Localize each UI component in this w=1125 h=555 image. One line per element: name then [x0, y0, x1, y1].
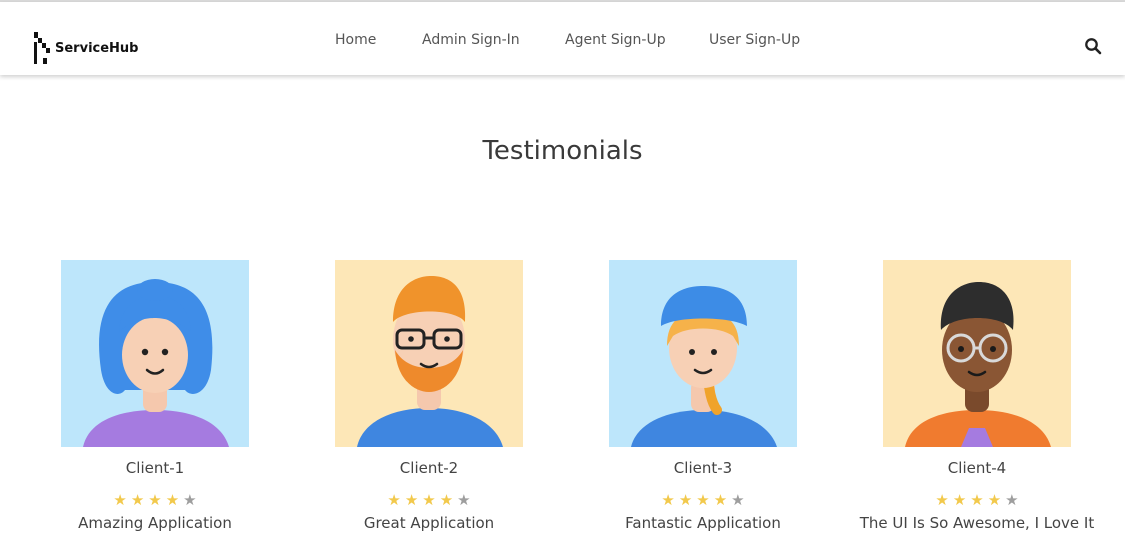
client-name: Client-1: [125, 459, 185, 477]
client-name: Client-3: [673, 459, 733, 477]
star-empty-icon: ★: [183, 492, 197, 509]
testimonial-card: Client-3 ★ ★ ★ ★ ★ Fantastic Application: [573, 260, 833, 532]
star-filled-icon: ★: [439, 492, 454, 509]
nav-user-sign-up[interactable]: User Sign-Up: [709, 32, 800, 48]
nav-home[interactable]: Home: [335, 32, 376, 48]
page-title: Testimonials: [482, 136, 643, 166]
brand-logo[interactable]: ServiceHub: [34, 32, 138, 64]
star-filled-icon: ★: [713, 492, 728, 509]
review-text: Great Application: [363, 514, 495, 532]
star-filled-icon: ★: [987, 492, 1002, 509]
search-icon[interactable]: [1084, 37, 1102, 55]
testimonial-card: Client-4 ★ ★ ★ ★ ★ The UI Is So Awesome,…: [847, 260, 1107, 532]
star-filled-icon: ★: [935, 492, 949, 509]
star-filled-icon: ★: [148, 492, 162, 509]
star-filled-icon: ★: [952, 492, 967, 509]
review-text: Fantastic Application: [625, 514, 781, 532]
star-rating: ★ ★ ★ ★ ★: [299, 493, 559, 509]
star-filled-icon: ★: [661, 492, 675, 509]
brand-name: ServiceHub: [55, 40, 139, 56]
testimonial-card: Client-1 ★ ★ ★ ★ ★ Amazing Application: [25, 260, 285, 532]
star-empty-icon: ★: [731, 492, 745, 509]
client-avatar: [61, 260, 249, 447]
client-name: Client-4: [947, 459, 1007, 477]
client-avatar: [335, 260, 523, 447]
client-name: Client-2: [399, 459, 459, 477]
star-rating: ★ ★ ★ ★ ★: [847, 493, 1107, 509]
navbar: ServiceHub Home Admin Sign-In Agent Sign…: [0, 2, 1125, 75]
client-avatar: [609, 260, 797, 447]
star-filled-icon: ★: [113, 492, 127, 509]
star-filled-icon: ★: [387, 492, 401, 509]
nav-agent-sign-up[interactable]: Agent Sign-Up: [565, 32, 666, 48]
star-empty-icon: ★: [1005, 492, 1019, 509]
star-filled-icon: ★: [696, 492, 710, 509]
nav-admin-sign-in[interactable]: Admin Sign-In: [422, 32, 520, 48]
star-filled-icon: ★: [130, 492, 145, 509]
review-text: The UI Is So Awesome, I Love It: [859, 514, 1095, 532]
star-filled-icon: ★: [404, 492, 419, 509]
testimonial-card: Client-2 ★ ★ ★ ★ ★ Great Application: [299, 260, 559, 532]
star-filled-icon: ★: [165, 492, 180, 509]
star-filled-icon: ★: [422, 492, 436, 509]
star-filled-icon: ★: [678, 492, 693, 509]
star-rating: ★ ★ ★ ★ ★: [573, 493, 833, 509]
servicehub-logo-icon: [34, 32, 50, 64]
review-text: Amazing Application: [78, 514, 232, 532]
star-filled-icon: ★: [970, 492, 984, 509]
star-empty-icon: ★: [457, 492, 471, 509]
star-rating: ★ ★ ★ ★ ★: [25, 493, 285, 509]
client-avatar: [883, 260, 1071, 447]
